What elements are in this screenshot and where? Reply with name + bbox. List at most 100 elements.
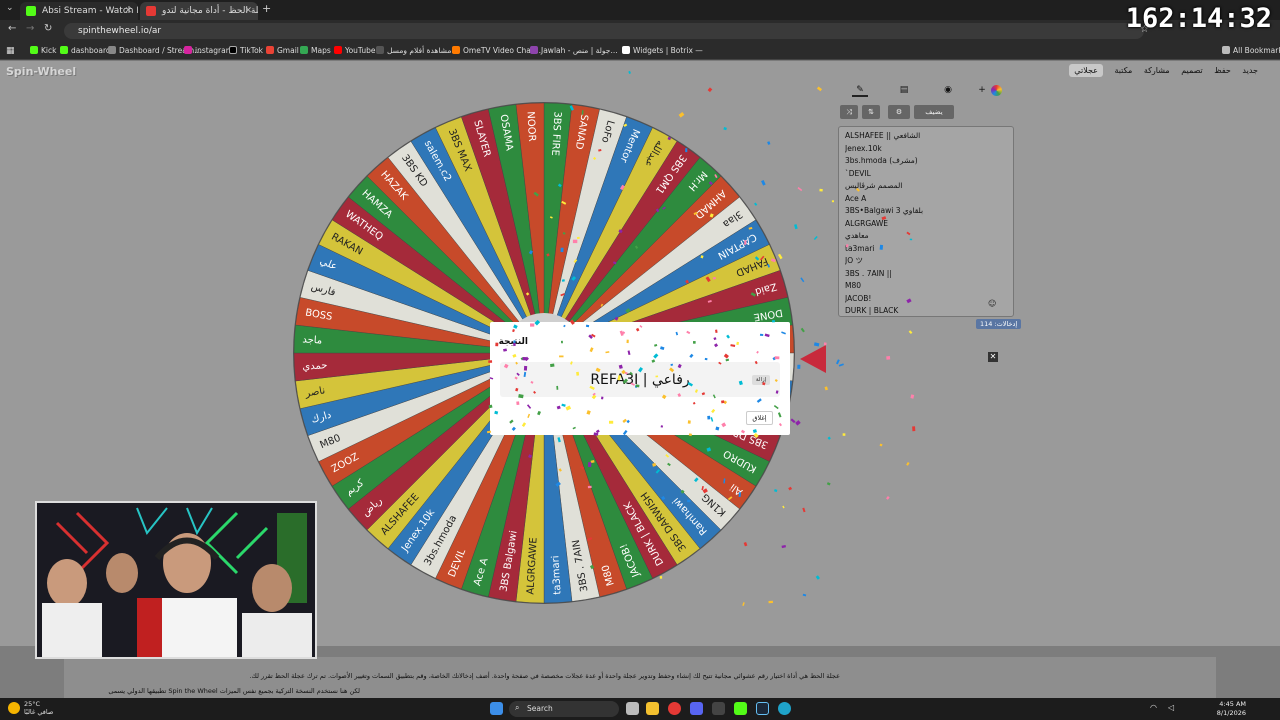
hide-icon[interactable]: ◉ (940, 83, 956, 97)
stream-timer-overlay: 162:14:32 (1125, 3, 1272, 34)
bookmark-kick[interactable]: Kick (30, 42, 56, 60)
entry-line: `DEVIL (845, 168, 871, 178)
app-icon[interactable] (712, 702, 725, 715)
all-bookmarks[interactable]: All Bookmarks (1222, 42, 1280, 60)
entry-line: M80 (845, 281, 862, 290)
shuffle-button[interactable]: ⤨ (840, 105, 858, 119)
bookmark-dashboard[interactable]: dashboard (60, 42, 111, 60)
bookmark-ometv[interactable]: OmeTV Video Chat... (452, 42, 541, 60)
kick-app-icon[interactable] (734, 702, 747, 715)
nav-new[interactable]: جديد (1242, 66, 1258, 75)
nav-save[interactable]: حفظ (1214, 66, 1231, 75)
edge-icon[interactable] (778, 702, 791, 715)
taskbar-search[interactable]: Search (509, 701, 619, 717)
jawlah-icon (530, 46, 538, 54)
kick-icon (30, 46, 38, 54)
apps-icon[interactable]: ▦ (6, 42, 15, 60)
entry-line: ta3mari (845, 243, 875, 253)
bookmark-tiktok[interactable]: TikTok (229, 42, 263, 60)
bookmarks-bar: ▦ Kick dashboard Dashboard / Stream... i… (0, 42, 1280, 60)
wheel-segment-label: ماجد (302, 334, 322, 346)
remove-winner-button[interactable]: إزالة (752, 375, 770, 385)
back-icon[interactable]: ← (8, 23, 16, 34)
nav-my-wheels[interactable]: عجلاتي (1069, 64, 1103, 77)
close-tab-icon[interactable]: ✕ (124, 2, 132, 20)
results-icon[interactable]: ▤ (896, 83, 912, 97)
chrome-icon[interactable] (668, 702, 681, 715)
settings-button[interactable]: ⚙ (888, 105, 910, 119)
wheel-segment-label: حمدي (302, 360, 328, 372)
browser-tab-wheel[interactable]: عجلة الحظ - أداة مجانية لتدو... ✕ (140, 2, 258, 20)
maps-icon (300, 46, 308, 54)
discord-icon[interactable] (690, 702, 703, 715)
volume-icon[interactable]: ◁ (1168, 703, 1174, 712)
gmail-icon (266, 46, 274, 54)
bookmark-botrix[interactable]: Widgets | Botrix — (622, 42, 703, 60)
task-view-icon[interactable] (626, 702, 639, 715)
new-tab-icon[interactable]: + (262, 2, 271, 15)
reload-icon[interactable]: ↻ (44, 23, 52, 34)
entry-line: JO ツ (845, 256, 863, 265)
nav-library[interactable]: مكتبة (1114, 66, 1132, 75)
entries-scroll-icon[interactable]: ☺ (988, 299, 996, 308)
search-icon: ⌕ (515, 703, 520, 712)
entry-line: ALGRGAWE (845, 218, 889, 228)
result-modal: النتيجة REFA3I | رفاعي إزالة إغلاق (490, 322, 790, 435)
entry-line: DURK | BLACK (845, 306, 899, 315)
system-clock[interactable]: 4:45 AM 8/1/2026 (1217, 700, 1246, 717)
folder-icon (1222, 46, 1230, 54)
movie-icon (376, 46, 384, 54)
wheel-segment-label: NOOR (524, 111, 537, 142)
bookmark-youtube[interactable]: YouTube (334, 42, 376, 60)
steam-icon[interactable] (756, 702, 769, 715)
webcam-overlay (35, 501, 317, 659)
wifi-icon[interactable]: ◠ (1150, 703, 1157, 712)
entry-line: المصمم شرڤاليس (845, 181, 903, 190)
entries-textarea[interactable]: ALSHAFEE || الشافعي Jenex.10k 3bs.hmoda (م… (838, 126, 1014, 317)
close-icon[interactable]: ✕ (988, 352, 998, 362)
windows-start-icon[interactable] (490, 702, 503, 715)
entries-count-badge: إدخالات: 114 (976, 319, 1022, 329)
wheel-segment-label: ta3mari (550, 555, 563, 595)
weather-icon (8, 702, 20, 714)
close-modal-button[interactable]: إغلاق (746, 411, 773, 425)
site-logo[interactable]: Spin-Wheel (6, 65, 76, 78)
entry-line: 3bs.hmoda (مشرف) (845, 156, 918, 165)
sort-button[interactable]: ⇅ (862, 105, 880, 119)
entry-line: Ace A (845, 193, 867, 203)
entry-line: JACOB! (845, 293, 872, 303)
nav-share[interactable]: مشاركة (1144, 66, 1170, 75)
forward-icon[interactable]: → (26, 23, 34, 34)
weather-widget[interactable]: 25°C صافي غالبًا (24, 700, 53, 716)
bookmark-gmail[interactable]: Gmail (266, 42, 299, 60)
footer-description: عجلة الحظ هي أداة اختيار رقم عشوائي مجان… (249, 672, 840, 680)
close-tab-icon[interactable]: ✕ (244, 2, 252, 20)
bookmark-maps[interactable]: Maps (300, 42, 331, 60)
file-explorer-icon[interactable] (646, 702, 659, 715)
tab-search-icon[interactable]: ⌄ (6, 3, 14, 13)
botrix-icon (622, 46, 630, 54)
entries-toolbar: ✎ ▤ ◉ + ⤨ ⇅ ⚙ يضيف (838, 83, 1014, 125)
add-image-button[interactable]: يضيف (914, 105, 954, 119)
url-input[interactable]: spinthewheel.io/ar (64, 23, 1144, 39)
entry-line: معاهدي (845, 231, 869, 240)
bookmark-jawlah[interactable]: Jawlah - جولة | منص... (530, 42, 618, 60)
top-nav: جديد حفظ تصميم مشاركة مكتبة عجلاتي (1060, 64, 1258, 82)
wheel-favicon-icon (146, 6, 156, 16)
footer-description-2: لكن هنا نستخدم النسخة التركية بجميع نفس … (108, 687, 360, 695)
color-palette-icon[interactable] (991, 85, 1002, 96)
entry-line: 3BS . 7AIN || (845, 268, 892, 278)
windows-taskbar: 25°C صافي غالبًا Search ⌕ ◠ ◁ 4:45 AM 8/… (0, 698, 1280, 720)
bookmark-movies[interactable]: مشاهدة أفلام ومسل... (376, 42, 459, 60)
edit-icon[interactable]: ✎ (852, 83, 868, 97)
entry-line: Jenex.10k (845, 143, 882, 153)
add-wheel-icon[interactable]: + (976, 83, 988, 97)
youtube-icon (334, 46, 342, 54)
wheel-pointer (800, 345, 826, 373)
browser-tab-kick[interactable]: Absi Stream - Watch Live on Ki ✕ (20, 2, 138, 20)
browser-tab-bar: Absi Stream - Watch Live on Ki ✕ عجلة ال… (0, 0, 1280, 20)
modal-title: النتيجة (498, 337, 528, 347)
kick-icon (26, 6, 36, 16)
bookmark-instagram[interactable]: instagram (184, 42, 233, 60)
nav-design[interactable]: تصميم (1181, 66, 1203, 75)
